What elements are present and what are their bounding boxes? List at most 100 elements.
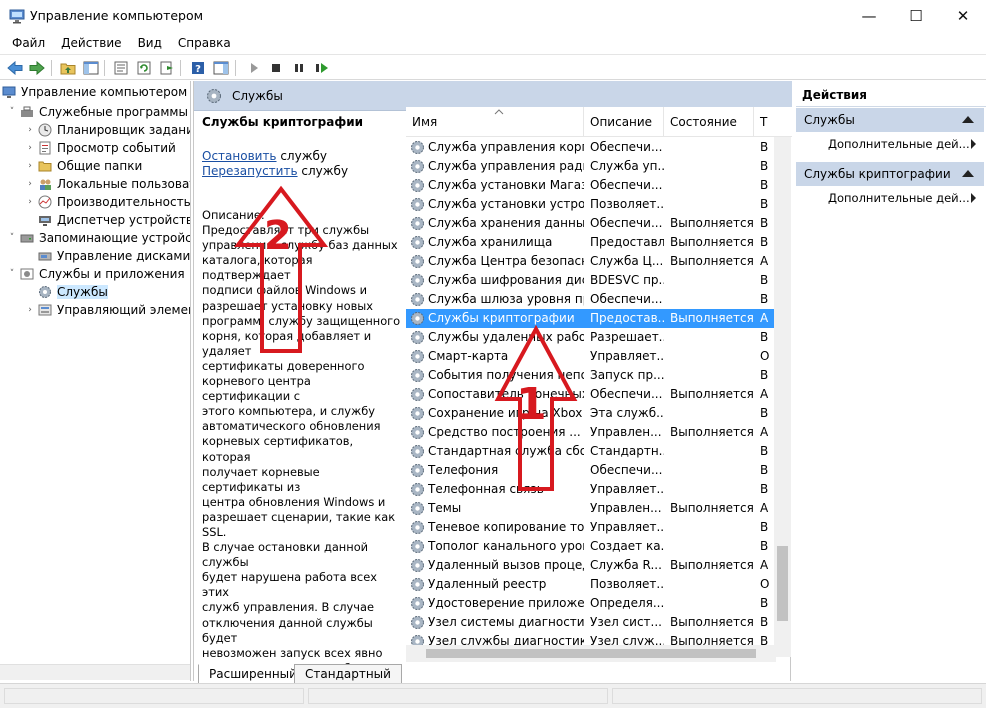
stop-service-link[interactable]: Остановить: [202, 149, 277, 163]
refresh-button[interactable]: [134, 58, 154, 78]
service-row[interactable]: Служба Центра безопасно... Служба Ц... Вып…: [406, 252, 776, 271]
restart-service-button[interactable]: [312, 58, 332, 78]
service-name: Служба шифрования диск...: [428, 273, 584, 287]
tree-item-wmi-control[interactable]: › Управляющий элемен: [24, 301, 190, 319]
service-description: Обеспечи...: [590, 292, 663, 306]
show-hide-tree-button[interactable]: [81, 58, 101, 78]
pause-service-button[interactable]: [289, 58, 309, 78]
service-row[interactable]: Удаленный вызов процеду... Служба R... Вып…: [406, 556, 776, 575]
tree-item-system-tools[interactable]: ˅ Служебные программы: [6, 103, 188, 121]
chevron-right-icon[interactable]: ›: [24, 305, 36, 315]
back-button[interactable]: [5, 58, 25, 78]
service-description: Определя...: [590, 596, 664, 610]
tab-extended[interactable]: Расширенный: [198, 664, 308, 684]
service-row[interactable]: Темы Управлен... Выполняется А: [406, 499, 776, 518]
service-row[interactable]: Телефонная связь Управляет... В: [406, 480, 776, 499]
chevron-right-icon[interactable]: ›: [24, 125, 36, 135]
tab-standard[interactable]: Стандартный: [294, 664, 402, 684]
tree-item-disk-management[interactable]: Управление дисками: [24, 247, 190, 265]
menu-file[interactable]: Файл: [4, 32, 53, 54]
tree-item-services-apps[interactable]: ˅ Службы и приложения: [6, 265, 185, 283]
service-row[interactable]: Служба управления корп... Обеспечи... В: [406, 138, 776, 157]
collapse-icon[interactable]: [962, 116, 974, 123]
gear-icon: [411, 483, 424, 496]
menu-view[interactable]: Вид: [130, 32, 170, 54]
submenu-arrow-icon: [971, 193, 976, 203]
up-level-button[interactable]: [58, 58, 78, 78]
service-row[interactable]: Сохранение игр на Xbox ... Эта служб... В: [406, 404, 776, 423]
tree-item-computer-management[interactable]: Управление компьютером (л: [2, 83, 190, 101]
menu-help[interactable]: Справка: [170, 32, 239, 54]
forward-button[interactable]: [27, 58, 47, 78]
list-vertical-scrollbar-thumb[interactable]: [777, 546, 788, 621]
service-row[interactable]: Служба хранилища Предоставл... Выполняется…: [406, 233, 776, 252]
service-description: Обеспечи...: [590, 463, 663, 477]
actions-section-cryptography[interactable]: Службы криптографии: [796, 162, 984, 186]
action-pane-icon: [213, 61, 229, 75]
service-row[interactable]: Службы криптографии Предостав... Выполняет…: [406, 309, 776, 328]
tree-item-local-users[interactable]: › Локальные пользовате: [24, 175, 190, 193]
tree-item-task-scheduler[interactable]: › Планировщик заданий: [24, 121, 190, 139]
service-row[interactable]: Служба установки Магази...Обеспечи...В: [406, 176, 776, 195]
show-action-pane-button[interactable]: [211, 58, 231, 78]
tree-horizontal-scrollbar[interactable]: [0, 664, 190, 680]
tree-item-services[interactable]: Службы: [24, 283, 108, 301]
chevron-down-icon[interactable]: ˅: [6, 269, 18, 279]
service-row[interactable]: Стандартная служба сбор...Стандартн...В: [406, 442, 776, 461]
column-header-startup-type[interactable]: Т: [754, 107, 792, 137]
tree-item-storage[interactable]: ˅ Запоминающие устройст: [6, 229, 190, 247]
list-horizontal-scrollbar-thumb[interactable]: [426, 649, 756, 658]
service-row[interactable]: Служба шифрования диск...BDESVC пр...В: [406, 271, 776, 290]
minimize-button[interactable]: —: [846, 0, 892, 32]
chevron-down-icon[interactable]: ˅: [6, 107, 18, 117]
start-service-button[interactable]: [244, 58, 264, 78]
tree-item-shared-folders[interactable]: › Общие папки: [24, 157, 142, 175]
service-row[interactable]: Средство построения ... Управлен... Выполн…: [406, 423, 776, 442]
stop-service-button[interactable]: [266, 58, 286, 78]
tree-item-performance[interactable]: › Производительность: [24, 193, 190, 211]
gear-icon: [411, 236, 424, 249]
menu-action[interactable]: Действие: [53, 32, 129, 54]
service-row[interactable]: События получения непо... Запуск пр... В: [406, 366, 776, 385]
service-row[interactable]: Смарт-карта Управляет... О: [406, 347, 776, 366]
service-row[interactable]: Удостоверение приложенияОпределя...В: [406, 594, 776, 613]
service-row[interactable]: Телефония Обеспечи... В: [406, 461, 776, 480]
service-state: [670, 594, 754, 613]
chevron-right-icon[interactable]: ›: [24, 143, 36, 153]
restart-service-link[interactable]: Перезапустить: [202, 164, 298, 178]
export-list-button[interactable]: [157, 58, 177, 78]
chevron-right-icon[interactable]: ›: [24, 197, 36, 207]
chevron-down-icon[interactable]: ˅: [6, 233, 18, 243]
column-header-description[interactable]: Описание: [584, 107, 664, 137]
actions-section-services[interactable]: Службы: [796, 108, 984, 132]
services-list: Имя Описание Состояние Т Служба управлен…: [406, 107, 792, 657]
actions-more-services[interactable]: Дополнительные дей...: [796, 133, 984, 155]
service-description: Управляет...: [590, 482, 664, 496]
close-button[interactable]: ✕: [940, 0, 986, 32]
service-row[interactable]: Служба установки устрой...Позволяет...В: [406, 195, 776, 214]
chevron-right-icon[interactable]: ›: [24, 179, 36, 189]
column-header-name[interactable]: Имя: [406, 107, 584, 137]
column-header-state[interactable]: Состояние: [664, 107, 754, 137]
actions-more-cryptography[interactable]: Дополнительные дей...: [796, 187, 984, 209]
service-row[interactable]: Удаленный реестр Позволяет... О: [406, 575, 776, 594]
tree-item-device-manager[interactable]: Диспетчер устройств: [24, 211, 190, 229]
service-row[interactable]: Узел системы диагностики Узел сист... Выпо…: [406, 613, 776, 632]
service-description: Управлен...: [590, 501, 662, 515]
maximize-button[interactable]: ☐: [893, 0, 939, 32]
chevron-right-icon[interactable]: ›: [24, 161, 36, 171]
service-row[interactable]: Службы удаленных рабоч...Разрешает...В: [406, 328, 776, 347]
tree-item-label: Просмотр событий: [57, 141, 176, 155]
gear-icon: [411, 426, 424, 439]
service-row[interactable]: Служба управления радио Служба уп... В: [406, 157, 776, 176]
service-row[interactable]: Сопоставитель конечных ...Обеспечи...Вып…: [406, 385, 776, 404]
service-row[interactable]: Теневое копирование тома Управляет... В: [406, 518, 776, 537]
help-button[interactable]: ?: [188, 58, 208, 78]
properties-button[interactable]: [111, 58, 131, 78]
service-row[interactable]: Служба шлюза уровня пр...Обеспечи...В: [406, 290, 776, 309]
description-line: отключения данной службы будет: [202, 615, 373, 645]
service-row[interactable]: Служба хранения данных ... Обеспечи... Вып…: [406, 214, 776, 233]
service-row[interactable]: Тополог канального уровняСоздает ка...В: [406, 537, 776, 556]
collapse-icon[interactable]: [962, 170, 974, 177]
tree-item-event-viewer[interactable]: › Просмотр событий: [24, 139, 176, 157]
